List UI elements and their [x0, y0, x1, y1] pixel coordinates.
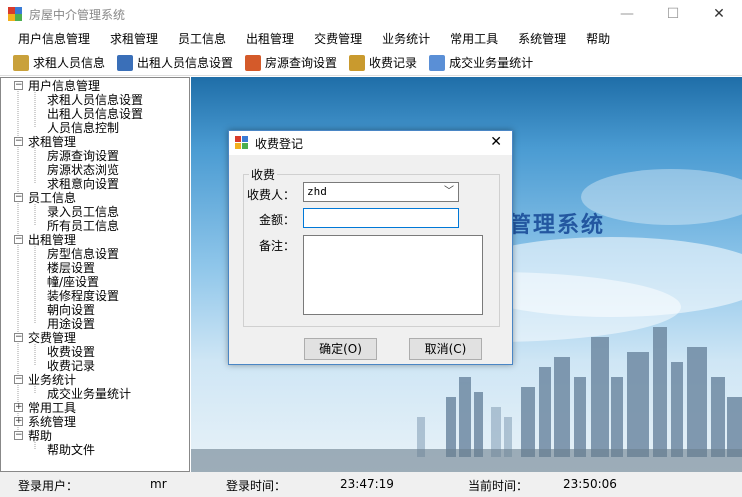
tree-group-node[interactable]: 交费管理: [28, 331, 76, 345]
toolbar-fee-records-button[interactable]: 收费记录: [349, 54, 417, 71]
fee-registration-dialog: 收费登记 ✕ 收费 收费人： zhd ﹀ 金额： 备注： 确定(O) 取消(C): [228, 130, 513, 365]
tree-group-node[interactable]: 员工信息: [28, 191, 76, 205]
tree-group-node[interactable]: 系统管理: [28, 415, 76, 429]
tree-leaf-node[interactable]: 装修程度设置: [47, 289, 119, 303]
payer-combobox[interactable]: zhd ﹀: [303, 182, 459, 202]
menu-user-info[interactable]: 用户信息管理: [0, 28, 100, 50]
amount-label: 金额：: [259, 213, 296, 227]
menu-tools[interactable]: 常用工具: [440, 28, 508, 50]
dialog-close-icon[interactable]: ✕: [490, 134, 502, 150]
tree-leaf-node[interactable]: 收费记录: [47, 359, 95, 373]
menu-bar: 用户信息管理 求租管理 员工信息 出租管理 交费管理 业务统计 常用工具 系统管…: [0, 28, 742, 50]
menu-rent-seeking[interactable]: 求租管理: [100, 28, 168, 50]
toolbar-label: 求租人员信息: [33, 56, 106, 70]
app-icon: [7, 6, 23, 22]
person-blue-icon: [117, 54, 134, 71]
expand-icon[interactable]: +: [14, 403, 23, 412]
toolbar-label: 收费记录: [369, 56, 418, 70]
tree-leaf-node[interactable]: 朝向设置: [47, 303, 95, 317]
toolbar-label: 成交业务量统计: [449, 56, 534, 70]
tree-leaf-node[interactable]: 房型信息设置: [47, 247, 119, 261]
payer-label: 收费人：: [247, 188, 296, 202]
tree-leaf-node[interactable]: 楼层设置: [47, 261, 95, 275]
tree-leaf-node[interactable]: 求租意向设置: [47, 177, 119, 191]
toolbar-property-query-button[interactable]: 房源查询设置: [245, 54, 337, 71]
dialog-title: 收费登记: [255, 136, 304, 151]
tree-leaf-node[interactable]: 出租人员信息设置: [47, 107, 143, 121]
menu-fees[interactable]: 交费管理: [304, 28, 372, 50]
menu-statistics[interactable]: 业务统计: [372, 28, 440, 50]
tree-leaf-node[interactable]: 房源查询设置: [47, 149, 119, 163]
note-textarea[interactable]: [303, 235, 483, 315]
toolbar-deal-stats-button[interactable]: 成交业务量统计: [429, 54, 533, 71]
tree-leaf-node[interactable]: 求租人员信息设置: [47, 93, 143, 107]
collapse-icon[interactable]: −: [14, 193, 23, 202]
user-value: mr: [150, 477, 167, 491]
login-time-label: 登录时间：: [226, 479, 287, 493]
close-icon: ✕: [713, 6, 725, 22]
collapse-icon[interactable]: −: [14, 431, 23, 440]
tree-leaf-node[interactable]: 用途设置: [47, 317, 95, 331]
tree-group-node[interactable]: 业务统计: [28, 373, 76, 387]
login-time-value: 23:47:19: [340, 477, 394, 491]
tree-leaf-node[interactable]: 房源状态浏览: [47, 163, 119, 177]
collapse-icon[interactable]: −: [14, 333, 23, 342]
amount-input[interactable]: [303, 208, 459, 228]
group-label: 收费: [249, 166, 278, 183]
dialog-app-icon: [235, 136, 249, 150]
collapse-icon[interactable]: −: [14, 235, 23, 244]
toolbar-label: 房源查询设置: [265, 56, 338, 70]
tree-group-node[interactable]: 出租管理: [28, 233, 76, 247]
toolbar-seeker-info-button[interactable]: 求租人员信息: [13, 54, 105, 71]
status-bar: 登录用户： mr 登录时间： 23:47:19 当前时间： 23:50:06: [0, 472, 742, 497]
collapse-icon[interactable]: −: [14, 137, 23, 146]
collapse-icon[interactable]: −: [14, 81, 23, 90]
current-time-label: 当前时间：: [468, 479, 529, 493]
user-label: 登录用户：: [18, 479, 79, 493]
tree-leaf-node[interactable]: 成交业务量统计: [47, 387, 131, 401]
house-icon: [245, 54, 262, 71]
tree-group-node[interactable]: 求租管理: [28, 135, 76, 149]
maximize-button[interactable]: ☐: [650, 0, 696, 28]
note-label: 备注：: [259, 239, 296, 253]
expand-icon[interactable]: +: [14, 417, 23, 426]
tree-group-node[interactable]: 用户信息管理: [28, 79, 100, 93]
tree-leaf-node[interactable]: 收费设置: [47, 345, 95, 359]
nav-tree[interactable]: − 用户信息管理 求租人员信息设置 出租人员信息设置 人员信息控制 − 求租管理 房源查询设置…: [0, 77, 190, 472]
system-title-fragment: 管理系统: [509, 212, 606, 238]
close-button[interactable]: ✕: [696, 0, 742, 28]
toolbar-label: 出租人员信息设置: [137, 56, 234, 70]
window-title: 房屋中介管理系统: [29, 7, 126, 22]
person-icon: [13, 54, 29, 71]
toolbar-landlord-info-button[interactable]: 出租人员信息设置: [117, 54, 233, 71]
tree-leaf-node[interactable]: 所有员工信息: [47, 219, 119, 233]
menu-staff[interactable]: 员工信息: [168, 28, 236, 50]
minimize-icon: —: [620, 6, 634, 22]
tree-leaf-node[interactable]: 人员信息控制: [47, 121, 119, 135]
ok-button[interactable]: 确定(O): [304, 338, 377, 360]
menu-system[interactable]: 系统管理: [508, 28, 576, 50]
chart-icon: [429, 54, 446, 71]
current-time-value: 23:50:06: [563, 477, 617, 491]
tree-leaf-node[interactable]: 帮助文件: [47, 443, 95, 457]
minimize-button[interactable]: —: [604, 0, 650, 28]
chevron-down-icon[interactable]: ﹀: [444, 183, 454, 201]
collapse-icon[interactable]: −: [14, 375, 23, 384]
payer-value: zhd: [307, 185, 327, 198]
menu-help[interactable]: 帮助: [576, 28, 620, 50]
tree-group-node[interactable]: 常用工具: [28, 401, 76, 415]
maximize-icon: ☐: [666, 6, 680, 22]
tree-group-node[interactable]: 帮助: [28, 429, 52, 443]
dialog-title-bar: 收费登记 ✕: [229, 131, 512, 155]
tree-leaf-node[interactable]: 幢/座设置: [47, 275, 99, 289]
money-icon: [349, 54, 366, 71]
tree-leaf-node[interactable]: 录入员工信息: [47, 205, 119, 219]
cancel-button[interactable]: 取消(C): [409, 338, 482, 360]
toolbar: 求租人员信息 出租人员信息设置 房源查询设置 收费记录 成交业务量统计: [0, 50, 742, 76]
menu-rent-out[interactable]: 出租管理: [236, 28, 304, 50]
